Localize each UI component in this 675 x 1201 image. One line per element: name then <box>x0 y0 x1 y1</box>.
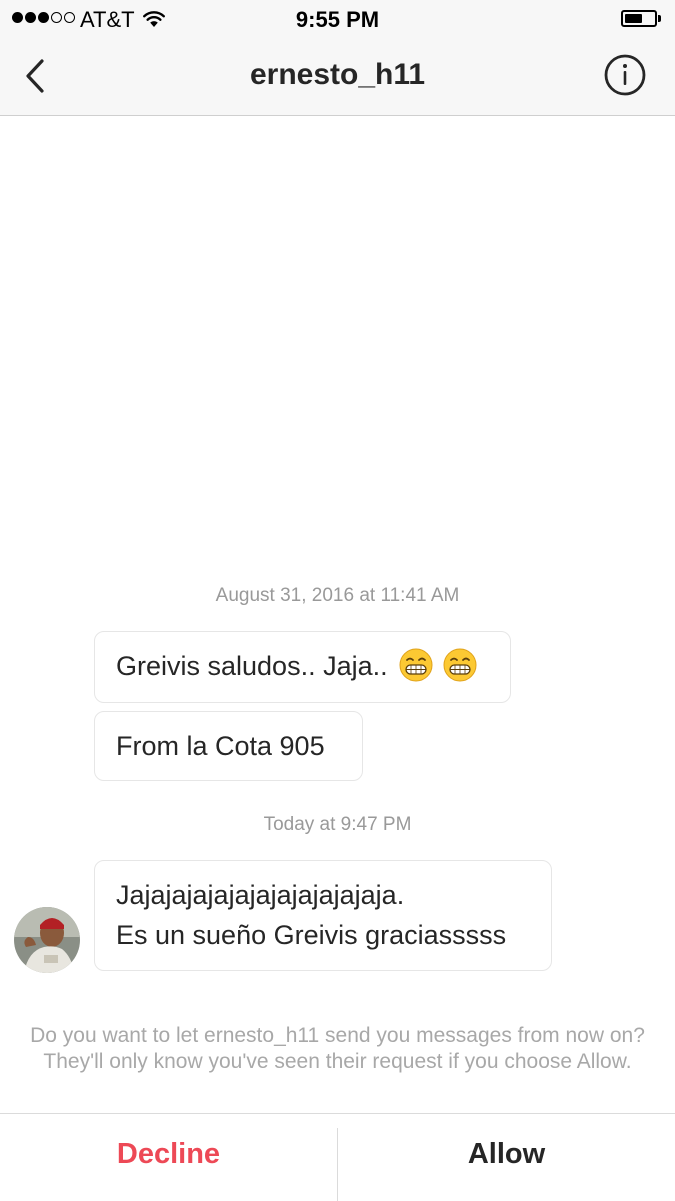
battery-icon <box>621 10 657 27</box>
request-action-bar: Decline Allow <box>0 1113 675 1201</box>
clock: 9:55 PM <box>295 7 380 32</box>
message-text: Greivis saludos.. Jaja.. <box>116 651 388 681</box>
info-icon[interactable] <box>603 53 647 97</box>
battery-level <box>625 14 642 23</box>
grinning-face-emoji-icon <box>443 648 477 682</box>
message-request-prompt: Do you want to let ernesto_h11 send you … <box>30 1024 645 1073</box>
conversation-title[interactable]: ernesto_h11 <box>0 58 675 92</box>
message-bubble[interactable]: Greivis saludos.. Jaja.. <box>94 631 511 703</box>
profile-photo-icon <box>14 907 80 973</box>
allow-button[interactable]: Allow <box>338 1114 675 1201</box>
decline-button[interactable]: Decline <box>0 1114 337 1201</box>
message-bubble[interactable]: From la Cota 905 <box>94 711 363 781</box>
status-bar: AT&T 9:55 PM <box>0 0 675 38</box>
battery-tip <box>658 15 661 22</box>
message-text-line: Es un sueño Greivis graciasssss <box>116 920 507 950</box>
message-text-line: Jajajajajajajajajajajajaja. <box>116 880 405 910</box>
navigation-bar: ernesto_h11 <box>0 38 675 116</box>
message-timestamp: August 31, 2016 at 11:41 AM <box>215 585 460 606</box>
avatar[interactable] <box>14 907 80 973</box>
message-bubble[interactable]: Jajajajajajajajajajajajaja. Es un sueño … <box>94 860 552 971</box>
message-timestamp: Today at 9:47 PM <box>263 814 412 835</box>
message-text: From la Cota 905 <box>116 731 325 761</box>
grinning-face-emoji-icon <box>399 648 433 682</box>
